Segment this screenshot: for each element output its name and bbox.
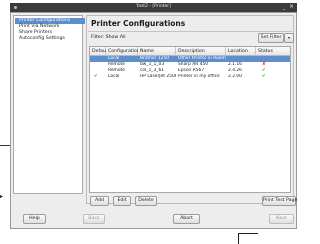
status-ok-icon: ✔ [262, 74, 266, 79]
cell-location: 2.2.00 [228, 74, 242, 79]
chevron-down-icon: ▾ [287, 35, 290, 40]
abort-button[interactable]: Abort [173, 214, 200, 224]
cell-description: Printer in my office [178, 74, 220, 79]
sidebar: Printer Configurations Print Via Network… [13, 15, 85, 194]
add-button[interactable]: Add [90, 196, 109, 206]
set-filter-button[interactable]: Set Filter [258, 33, 284, 43]
delete-button[interactable]: Delete [135, 196, 157, 206]
column-header-description[interactable]: Description [176, 47, 226, 56]
back-button[interactable]: Back [83, 214, 105, 224]
column-header-name[interactable]: Name [138, 47, 176, 56]
annotation-line [238, 233, 258, 234]
table-row[interactable]: ✔ Local HP LaserJet 2508 Printer in my o… [90, 74, 290, 80]
edit-button[interactable]: Edit [113, 196, 131, 206]
filter-dropdown-button[interactable]: ▾ [284, 33, 294, 43]
title-divider [88, 31, 292, 32]
column-header-default[interactable]: Default [90, 47, 109, 56]
column-header-status[interactable]: Status [256, 47, 290, 56]
minimize-icon[interactable]: _ [283, 4, 286, 10]
default-check-icon: ✔ [94, 74, 98, 79]
column-header-configuration[interactable]: Configuration [106, 47, 140, 56]
help-button[interactable]: Help [23, 214, 46, 224]
cell-name: HP LaserJet 2508 [140, 74, 176, 79]
next-button[interactable]: Next [269, 214, 294, 224]
filter-label: Filter: Show All [91, 35, 126, 40]
cell-configuration: Local [108, 74, 120, 79]
close-icon[interactable]: × [289, 3, 294, 10]
column-header-location[interactable]: Location [226, 47, 256, 56]
printer-table[interactable]: Default Configuration Name Description L… [89, 46, 291, 193]
arrow-right-icon: ▸ [0, 193, 4, 200]
annotation-line [0, 145, 10, 146]
print-test-page-button[interactable]: Print Test Page [262, 196, 297, 206]
window-titlebar[interactable]: Yast2 - [Printer] _ × [10, 3, 297, 12]
page-title: Printer Configurations [91, 19, 186, 28]
window-title: Yast2 - [Printer] [136, 4, 171, 9]
sidebar-item-autoconfig-settings[interactable]: Autoconfig Settings [15, 36, 85, 42]
annotation-line [238, 233, 239, 244]
